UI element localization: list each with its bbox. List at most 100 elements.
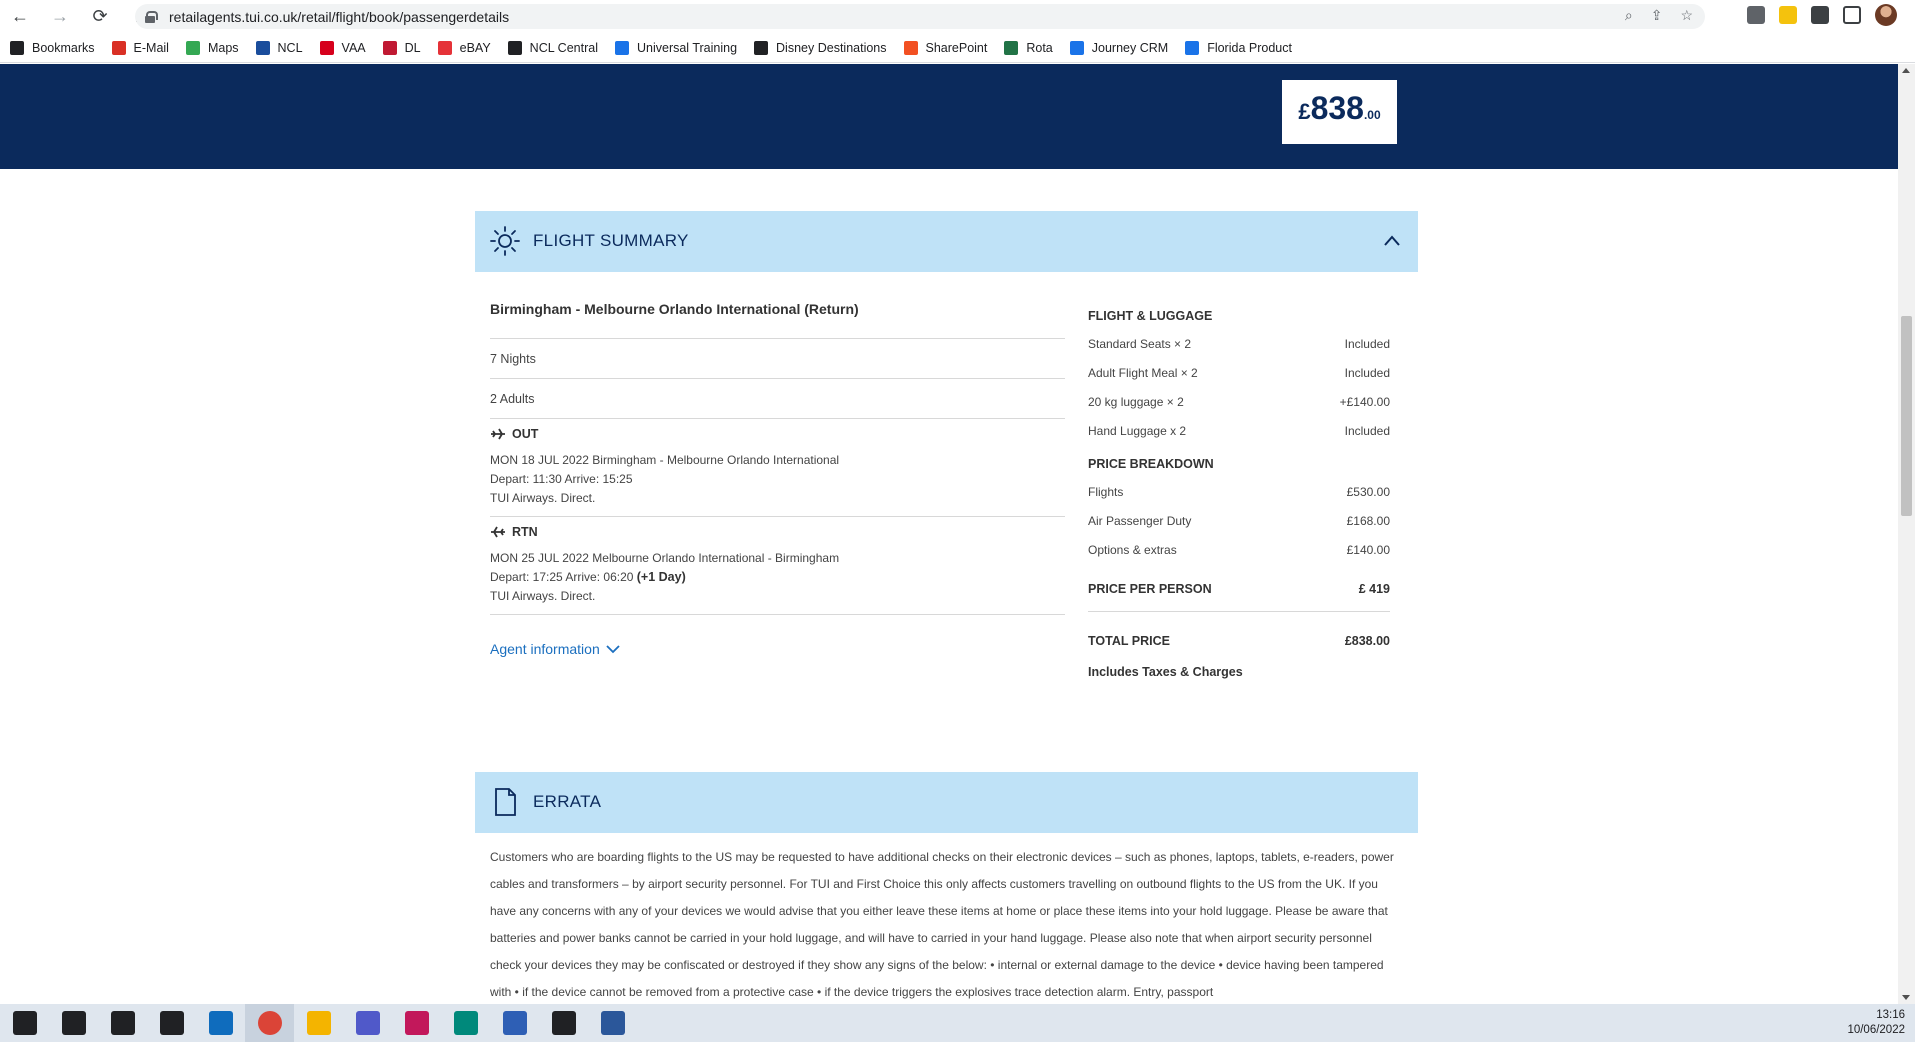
taskbar-item[interactable] [245, 1004, 294, 1042]
return-carrier: TUI Airways. Direct. [490, 589, 596, 603]
system-clock[interactable]: 13:16 10/06/2022 [1847, 1008, 1905, 1038]
avatar[interactable] [1875, 4, 1897, 26]
reload-icon[interactable]: ⟳ [80, 0, 120, 32]
bookmark-item[interactable]: Bookmarks [10, 40, 95, 55]
taskbar-item[interactable] [294, 1004, 343, 1042]
bookmark-label: eBAY [459, 40, 491, 55]
return-route: MON 25 JUL 2022 Melbourne Orlando Intern… [490, 551, 840, 565]
scrollbar-thumb[interactable] [1901, 316, 1912, 516]
bookmark-item[interactable]: Rota [1004, 40, 1053, 55]
bookmark-item[interactable]: Maps [185, 40, 239, 55]
bookmark-item[interactable]: Disney Destinations [754, 40, 887, 55]
bookmark-item[interactable]: Universal Training [614, 40, 738, 55]
price-line-row: Standard Seats × 2 Included [1088, 329, 1390, 358]
price-line-label: Flights [1088, 484, 1124, 499]
taskbar-item[interactable] [441, 1004, 490, 1042]
browser-toolbar: ← → ⟳ ⌂ retailagents.tui.co.uk/retail/fl… [0, 0, 1915, 32]
journey-crm-icon [1069, 40, 1084, 55]
agent-information-toggle[interactable]: Agent information [490, 641, 1065, 657]
price-line-label: Air Passenger Duty [1088, 513, 1192, 528]
bookmark-label: Universal Training [636, 40, 738, 55]
price-line-value: £168.00 [1346, 513, 1390, 528]
price-line-value: Included [1344, 365, 1390, 380]
price-line-row: Hand Luggage x 2 Included [1088, 416, 1390, 445]
puzzle-icon[interactable] [1811, 6, 1829, 24]
taskbar-item[interactable] [539, 1004, 588, 1042]
address-bar[interactable]: retailagents.tui.co.uk/retail/flight/boo… [135, 4, 1705, 29]
task-view-icon [159, 1011, 184, 1035]
teams-icon [355, 1011, 380, 1035]
taskbar-item[interactable] [98, 1004, 147, 1042]
return-times: Depart: 17:25 Arrive: 06:20 [490, 570, 634, 584]
return-times-row: Depart: 17:25 Arrive: 06:20 (+1 Day) [490, 568, 1065, 587]
plus-day-badge: (+1 Day) [636, 570, 686, 584]
bookmark-item[interactable]: DL [382, 40, 421, 55]
outbound-route: MON 18 JUL 2022 Birmingham - Melbourne O… [490, 453, 840, 467]
bookmark-item[interactable]: SharePoint [903, 40, 987, 55]
bookmark-label: NCL [277, 40, 303, 55]
taskbar-item[interactable] [147, 1004, 196, 1042]
vaa-icon [319, 40, 334, 55]
flight-summary-header[interactable]: FLIGHT SUMMARY [475, 211, 1418, 272]
passenger-count: 2 Adults [490, 379, 1065, 419]
taskbar-item[interactable] [588, 1004, 637, 1042]
bookmarks-bar: Bookmarks E-Mail Maps NCL VAA DL eBAY NCL Centr… [0, 33, 1915, 63]
return-leg: RTN MON 25 JUL 2022 Melbourne Orlando In… [490, 517, 1065, 615]
share-icon[interactable]: ⇪ [1651, 7, 1663, 24]
taskbar-item[interactable] [343, 1004, 392, 1042]
price-line-value: Included [1344, 336, 1390, 351]
errata-text: Customers who are boarding flights to th… [490, 850, 1394, 999]
chevron-up-icon[interactable] [1384, 233, 1400, 249]
forward-icon[interactable]: → [40, 0, 80, 32]
file-explorer-icon [306, 1011, 331, 1035]
bookmark-item[interactable]: eBAY [437, 40, 491, 55]
taskbar-item[interactable] [392, 1004, 441, 1042]
taskbar-item[interactable] [490, 1004, 539, 1042]
price-decimals: .00 [1363, 108, 1381, 122]
page-scrollbar[interactable] [1898, 64, 1915, 1004]
taskbar-item[interactable] [49, 1004, 98, 1042]
scroll-down-icon[interactable] [1902, 995, 1910, 1000]
price-summary-column: FLIGHT & LUGGAGE Standard Seats × 2 Inclu… [1088, 309, 1390, 679]
bookmark-item[interactable]: NCL Central [507, 40, 598, 55]
side-panel-icon[interactable] [1843, 6, 1861, 24]
extension-icon[interactable] [1747, 6, 1765, 24]
bookmark-label: Disney Destinations [776, 40, 887, 55]
flight-summary-title: FLIGHT SUMMARY [533, 231, 689, 250]
star-icon [10, 40, 24, 55]
taskbar-item[interactable] [0, 1004, 49, 1042]
price-line-row: Flights £530.00 [1088, 477, 1390, 506]
outbound-carrier: TUI Airways. Direct. [490, 491, 596, 505]
plane-departure-icon [491, 428, 505, 440]
snipping-tool-icon [404, 1011, 429, 1035]
clock-date: 10/06/2022 [1847, 1024, 1905, 1036]
bookmark-item[interactable]: Journey CRM [1069, 40, 1168, 55]
bookmark-item[interactable]: Florida Product [1185, 40, 1292, 55]
bookmark-star-icon[interactable]: ☆ [1680, 7, 1693, 24]
bookmark-label: Maps [207, 40, 239, 55]
windows-taskbar: 13:16 10/06/2022 [0, 1004, 1915, 1042]
ncl-central-icon [507, 40, 522, 55]
ebay-icon [437, 40, 452, 55]
bookmark-item[interactable]: NCL [255, 40, 303, 55]
bookmark-item[interactable]: VAA [319, 40, 366, 55]
back-icon[interactable]: ← [0, 0, 40, 32]
price-line-row: Options & extras £140.00 [1088, 535, 1390, 564]
route-title: Birmingham - Melbourne Orlando Internati… [490, 299, 1065, 339]
universal-icon [614, 40, 629, 55]
price-header: £ 838 .00 [0, 64, 1898, 169]
nights-count: 7 Nights [490, 339, 1065, 379]
outbound-times: Depart: 11:30 Arrive: 15:25 [490, 472, 633, 486]
notes-extension-icon[interactable] [1779, 6, 1797, 24]
price-line-value: +£140.00 [1339, 394, 1390, 409]
zoom-icon[interactable]: ⌕ [1625, 7, 1633, 24]
taskbar-item[interactable] [196, 1004, 245, 1042]
delta-icon [382, 40, 397, 55]
itinerary-column: Birmingham - Melbourne Orlando Internati… [490, 299, 1065, 657]
scroll-up-icon[interactable] [1902, 68, 1910, 73]
bookmark-label: Bookmarks [32, 40, 95, 55]
total-price-row: TOTAL PRICE £838.00 [1088, 626, 1390, 655]
errata-header[interactable]: ERRATA [475, 772, 1418, 833]
price-line-label: Options & extras [1088, 542, 1177, 557]
bookmark-item[interactable]: E-Mail [111, 40, 169, 55]
